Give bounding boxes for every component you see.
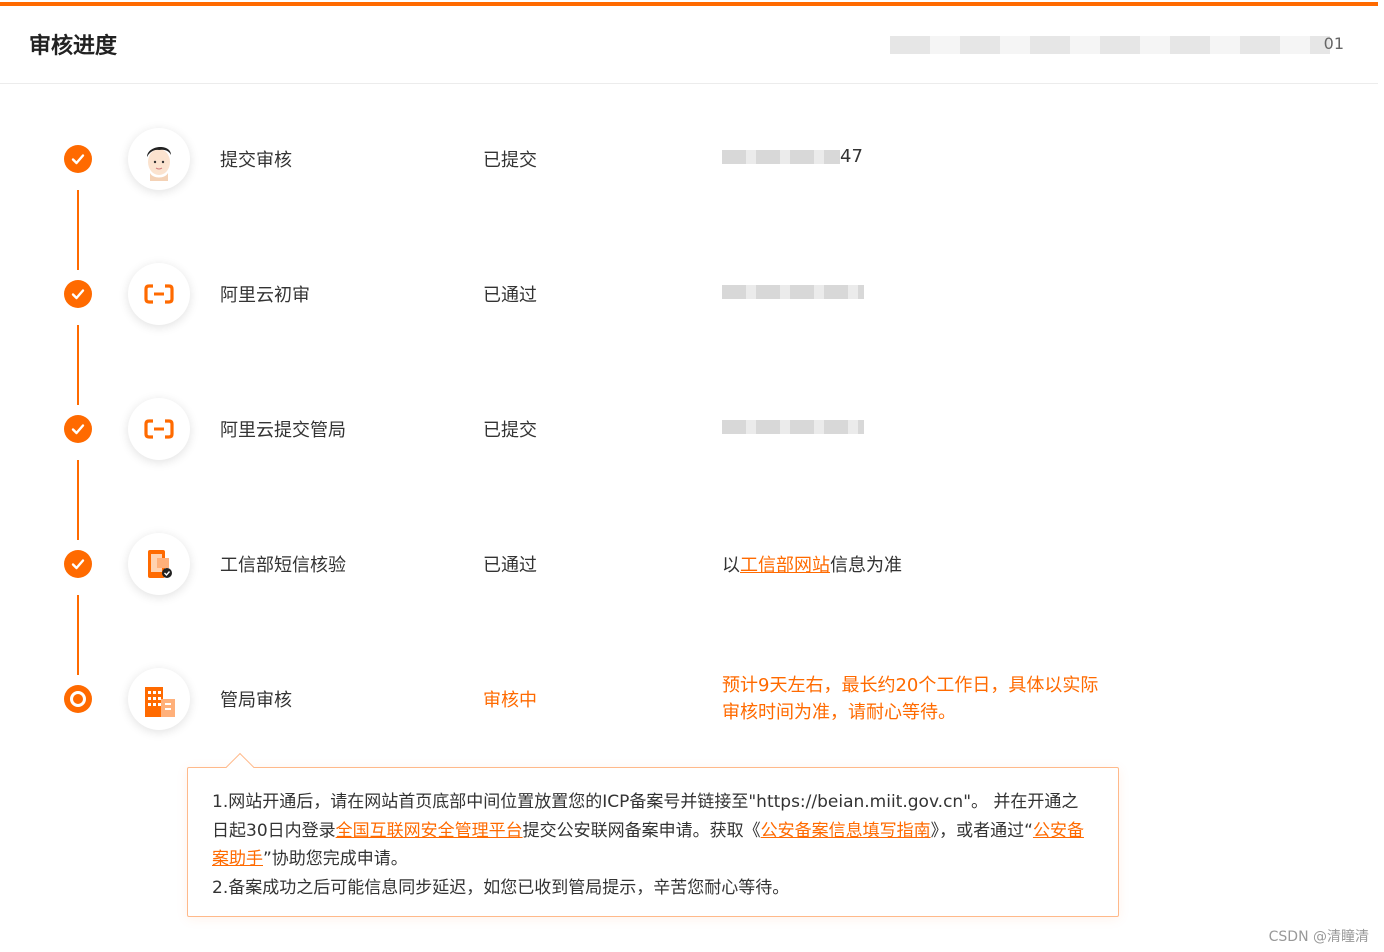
notice-line-1: 1.网站开通后，请在网站首页底部中间位置放置您的ICP备案号并链接至"https… xyxy=(212,792,1084,869)
redacted-header-info xyxy=(890,36,1330,54)
check-icon xyxy=(64,145,92,173)
page-title: 审核进度 xyxy=(29,34,118,59)
step-name: 提交审核 xyxy=(220,150,292,171)
building-icon xyxy=(128,668,190,730)
step-miit-sms-verify: 工信部短信核验 已通过 以工信部网站信息为准 xyxy=(0,533,1378,613)
step-name: 阿里云提交管局 xyxy=(220,420,346,441)
user-avatar-icon xyxy=(128,128,190,190)
step-status: 已提交 xyxy=(483,420,537,441)
header-meta: 01 xyxy=(1323,34,1344,53)
step-status: 审核中 xyxy=(483,690,537,711)
step-bureau-review: 管局审核 审核中 预计9天左右，最长约20个工作日，具体以实际审核时间为准，请耐… xyxy=(0,668,1378,748)
step-detail: 47 xyxy=(722,146,863,167)
security-platform-link[interactable]: 全国互联网安全管理平台 xyxy=(336,821,523,841)
redacted-timestamp xyxy=(722,150,840,164)
step-aliyun-initial-review: 阿里云初审 已通过 xyxy=(0,263,1378,343)
check-icon xyxy=(64,280,92,308)
phone-verify-icon xyxy=(128,533,190,595)
redacted-timestamp xyxy=(722,285,864,299)
notice-box: 1.网站开通后，请在网站首页底部中间位置放置您的ICP备案号并链接至"https… xyxy=(187,767,1119,917)
check-icon xyxy=(64,550,92,578)
notice-line-2: 2.备案成功之后可能信息同步延迟，如您已收到管局提示，辛苦您耐心等待。 xyxy=(212,877,790,898)
step-detail: 预计9天左右，最长约20个工作日，具体以实际审核时间为准，请耐心等待。 xyxy=(722,675,1099,723)
step-status: 已通过 xyxy=(483,285,537,306)
step-name: 管局审核 xyxy=(220,690,292,711)
watermark: CSDN @清瞳清 xyxy=(1268,929,1369,945)
aliyun-logo-icon xyxy=(128,263,190,325)
step-status: 已通过 xyxy=(483,555,537,576)
step-detail: 以工信部网站信息为准 xyxy=(722,555,902,576)
aliyun-logo-icon xyxy=(128,398,190,460)
step-aliyun-submit-bureau: 阿里云提交管局 已提交 xyxy=(0,398,1378,478)
miit-website-link[interactable]: 工信部网站 xyxy=(740,555,830,576)
redacted-timestamp xyxy=(722,420,864,434)
step-detail xyxy=(722,416,864,437)
step-submit-review: 提交审核 已提交 47 xyxy=(0,128,1378,208)
step-status: 已提交 xyxy=(483,150,537,171)
step-name: 阿里云初审 xyxy=(220,285,310,306)
step-detail xyxy=(722,281,864,302)
check-icon xyxy=(64,415,92,443)
in-progress-icon xyxy=(64,685,92,713)
step-name: 工信部短信核验 xyxy=(220,555,346,576)
page-header: 审核进度 01 xyxy=(0,6,1378,84)
police-filing-guide-link[interactable]: 公安备案信息填写指南 xyxy=(761,821,931,841)
